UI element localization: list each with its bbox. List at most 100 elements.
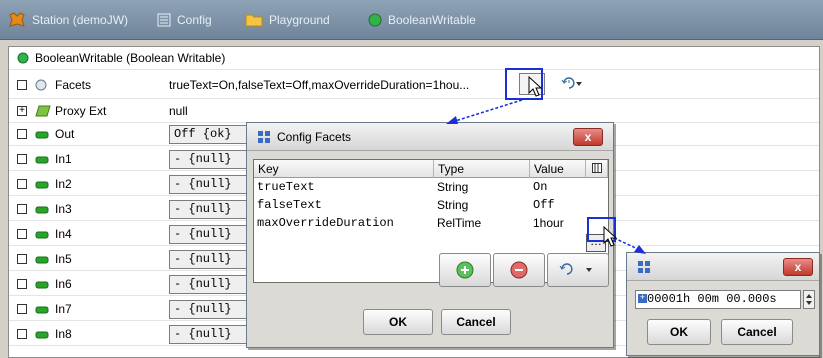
slot-green-icon bbox=[35, 304, 49, 318]
facet-value-cell[interactable]: 1hour bbox=[530, 215, 586, 232]
reltime-dialog: x +00001h 00m 00.000s OK Cancel bbox=[626, 252, 820, 356]
slot-green-icon bbox=[35, 179, 49, 193]
slot-checkbox[interactable] bbox=[17, 154, 27, 164]
breadcrumb-booleanwritable[interactable]: BooleanWritable bbox=[368, 11, 476, 29]
mouse-cursor-icon bbox=[603, 226, 618, 247]
slot-checkbox[interactable] bbox=[17, 179, 27, 189]
reltime-ok-button[interactable]: OK bbox=[647, 319, 711, 345]
facet-type-cell[interactable]: String bbox=[434, 197, 530, 214]
slot-label: In1 bbox=[55, 152, 72, 166]
remove-facet-button[interactable] bbox=[493, 253, 545, 287]
sheet-header-row[interactable]: BooleanWritable (Boolean Writable) bbox=[9, 47, 819, 70]
column-header-type[interactable]: Type bbox=[434, 160, 530, 178]
breadcrumb-config[interactable]: Config bbox=[157, 11, 212, 29]
column-header-key[interactable]: Key bbox=[254, 160, 434, 178]
facets-slot-icon bbox=[35, 79, 47, 94]
facet-value-cell[interactable]: On bbox=[530, 179, 586, 196]
station-icon bbox=[8, 12, 26, 28]
breadcrumb-playground[interactable]: Playground bbox=[245, 11, 330, 29]
reltime-close-button[interactable]: x bbox=[783, 258, 813, 276]
breadcrumb-config-label: Config bbox=[177, 13, 212, 27]
reltime-cancel-button[interactable]: Cancel bbox=[721, 319, 793, 345]
config-icon bbox=[157, 13, 171, 27]
slot-green-icon bbox=[35, 229, 49, 243]
slot-label: In6 bbox=[55, 277, 72, 291]
boolean-writable-icon bbox=[17, 52, 29, 67]
proxy-ext-row[interactable]: + Proxy Ext null bbox=[9, 100, 819, 123]
slot-green-icon bbox=[35, 129, 49, 143]
slot-label: In3 bbox=[55, 202, 72, 216]
slot-value[interactable]: - {null} bbox=[169, 200, 257, 219]
slot-label: In2 bbox=[55, 177, 72, 191]
reltime-titlebar: x bbox=[627, 253, 819, 281]
slot-value[interactable]: - {null} bbox=[169, 175, 257, 194]
facets-row[interactable]: Facets trueText=On,falseText=Off,maxOver… bbox=[9, 71, 819, 99]
slot-label: In5 bbox=[55, 252, 72, 266]
slot-checkbox[interactable] bbox=[17, 204, 27, 214]
slot-value[interactable]: - {null} bbox=[169, 225, 257, 244]
breadcrumb-playground-label: Playground bbox=[269, 13, 330, 27]
sheet-header-label: BooleanWritable (Boolean Writable) bbox=[35, 51, 226, 65]
column-chooser-icon[interactable] bbox=[586, 160, 608, 178]
expand-icon[interactable]: + bbox=[638, 294, 647, 304]
slot-green-icon bbox=[35, 154, 49, 168]
facet-key-cell[interactable]: falseText bbox=[254, 197, 434, 214]
slot-value[interactable]: Off {ok} bbox=[169, 125, 257, 144]
config-facets-cancel-button[interactable]: Cancel bbox=[441, 309, 511, 335]
slot-value[interactable]: - {null} bbox=[169, 275, 257, 294]
slot-green-icon bbox=[35, 254, 49, 268]
reltime-dialog-icon bbox=[637, 260, 651, 277]
slot-green-icon bbox=[35, 329, 49, 343]
breadcrumb-station-label: Station (demoJW) bbox=[32, 13, 129, 27]
reltime-spinner[interactable] bbox=[803, 290, 815, 309]
config-facets-titlebar: Config Facets x bbox=[247, 123, 613, 151]
config-facets-close-button[interactable]: x bbox=[573, 128, 603, 146]
proxy-ext-value: null bbox=[169, 104, 188, 118]
folder-icon bbox=[245, 13, 263, 27]
facet-type-cell[interactable]: RelTime bbox=[434, 215, 530, 232]
slot-green-icon bbox=[35, 204, 49, 218]
callout-arrow bbox=[446, 99, 523, 124]
slot-label: In8 bbox=[55, 327, 72, 341]
reltime-value: 00001h 00m 00.000s bbox=[647, 292, 777, 306]
slot-label: Out bbox=[55, 127, 75, 141]
breadcrumb-booleanwritable-label: BooleanWritable bbox=[388, 13, 476, 27]
slot-value[interactable]: - {null} bbox=[169, 325, 257, 344]
facets-label: Facets bbox=[55, 78, 92, 92]
facets-value: trueText=On,falseText=Off,maxOverrideDur… bbox=[169, 78, 470, 92]
facet-key-cell[interactable]: maxOverrideDuration bbox=[254, 215, 434, 232]
slot-green-icon bbox=[35, 279, 49, 293]
slot-value[interactable]: - {null} bbox=[169, 150, 257, 169]
slot-checkbox[interactable] bbox=[17, 304, 27, 314]
slot-checkbox[interactable] bbox=[17, 229, 27, 239]
plus-icon bbox=[456, 261, 474, 279]
config-facets-dialog: Config Facets x Key Type Value trueText S… bbox=[246, 122, 614, 348]
minus-icon bbox=[510, 261, 528, 279]
facet-type-dropdown[interactable] bbox=[547, 253, 609, 287]
proxy-expand-toggle[interactable]: + bbox=[17, 106, 27, 116]
config-facets-ok-button[interactable]: OK bbox=[363, 309, 433, 335]
boolean-writable-icon bbox=[368, 13, 382, 27]
facet-key-cell[interactable]: trueText bbox=[254, 179, 434, 196]
override-clock-icon bbox=[559, 263, 592, 275]
add-facet-button[interactable] bbox=[439, 253, 491, 287]
proxy-ext-label: Proxy Ext bbox=[55, 104, 107, 118]
facet-type-cell[interactable]: String bbox=[434, 179, 530, 196]
facets-checkbox[interactable] bbox=[17, 80, 27, 90]
override-clock-icon[interactable] bbox=[561, 76, 583, 93]
breadcrumb-station[interactable]: Station (demoJW) bbox=[8, 11, 128, 29]
mouse-cursor-icon bbox=[528, 76, 543, 97]
slot-checkbox[interactable] bbox=[17, 329, 27, 339]
facets-dialog-icon bbox=[257, 130, 271, 147]
proxy-ext-icon bbox=[35, 104, 51, 121]
slot-label: In4 bbox=[55, 227, 72, 241]
slot-value[interactable]: - {null} bbox=[169, 250, 257, 269]
slot-checkbox[interactable] bbox=[17, 254, 27, 264]
reltime-field[interactable]: +00001h 00m 00.000s bbox=[635, 290, 801, 309]
facet-value-cell[interactable]: Off bbox=[530, 197, 586, 214]
slot-value[interactable]: - {null} bbox=[169, 300, 257, 319]
slot-checkbox[interactable] bbox=[17, 129, 27, 139]
slot-checkbox[interactable] bbox=[17, 279, 27, 289]
column-header-value[interactable]: Value bbox=[530, 160, 586, 178]
slot-label: In7 bbox=[55, 302, 72, 316]
